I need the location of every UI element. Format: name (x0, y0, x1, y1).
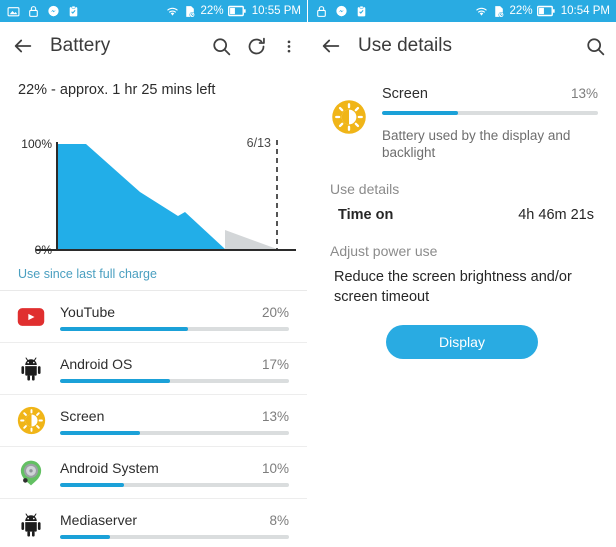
usage-bar-fill (60, 535, 111, 539)
use-details-app-bar: Use details (308, 22, 616, 70)
back-arrow-icon[interactable] (12, 35, 34, 57)
adjust-power-use-advice: Reduce the screen brightness and/or scre… (334, 269, 572, 305)
back-arrow-icon[interactable] (320, 35, 342, 57)
messenger-icon (48, 5, 59, 17)
list-item-body: YouTube 20% (60, 302, 289, 331)
usage-bar-track (60, 379, 289, 383)
usage-bar-track (60, 483, 289, 487)
status-bar-system-icons: 22% 10:55 PM (166, 5, 301, 18)
usage-bar-fill (60, 483, 125, 487)
battery-percent-status: 22% (200, 5, 224, 17)
wifi-icon (476, 7, 488, 16)
clock-status: 10:54 PM (560, 5, 610, 17)
page-title: Battery (50, 35, 111, 56)
use-details-section-title: Use details (330, 181, 400, 197)
youtube-icon (14, 300, 48, 334)
use-since-last-full-charge-link[interactable]: Use since last full charge (0, 259, 307, 290)
android-icon (14, 508, 48, 542)
time-on-row: Time on 4h 46m 21s (308, 197, 616, 223)
usage-bar-fill (60, 327, 189, 331)
android-icon (14, 352, 48, 386)
android-system-icon (14, 456, 48, 490)
use-details-screen-panel: 22% 10:54 PM Use details Screen 13% Batt… (308, 0, 616, 547)
status-bar: 22% 10:54 PM (308, 0, 616, 22)
status-bar-system-icons: 22% 10:54 PM (475, 5, 610, 18)
app-usage-list: YouTube 20% Android OS 17% Screen 13% An… (0, 290, 307, 547)
photo-icon (7, 6, 20, 16)
list-item[interactable]: Android System 10% (0, 447, 307, 499)
chart-area-used (57, 144, 225, 249)
app-name: Screen (60, 408, 105, 424)
list-item[interactable]: Screen 13% (0, 395, 307, 447)
chart-date-annotation: 6/13 (247, 136, 271, 150)
list-item[interactable]: Android OS 17% (0, 343, 307, 395)
clipboard-icon (357, 5, 366, 16)
battery-history-chart: 100% 0% 5 PM 8 PM 12 AM 6/13 (0, 104, 307, 259)
detail-usage-bar-fill (382, 111, 458, 115)
app-percent: 20% (261, 305, 289, 320)
overflow-menu-icon[interactable] (281, 36, 297, 57)
list-item[interactable]: YouTube 20% (0, 291, 307, 343)
search-icon[interactable] (211, 36, 232, 57)
app-name: YouTube (60, 304, 116, 320)
messenger-icon (336, 5, 347, 17)
usage-bar-track (60, 535, 289, 539)
detail-item-percent: 13% (570, 86, 598, 101)
app-bar-actions (211, 36, 297, 57)
chart-ytick-100: 100% (21, 137, 52, 151)
sdcard-off-icon (186, 5, 196, 17)
clipboard-icon (69, 5, 78, 16)
app-percent: 8% (269, 513, 289, 528)
list-item-body: Android System 10% (60, 458, 289, 487)
app-percent: 10% (261, 461, 289, 476)
list-item[interactable]: Mediaserver 8% (0, 499, 307, 547)
list-item-body: Android OS 17% (60, 354, 289, 383)
lock-icon (29, 5, 38, 17)
battery-chart-svg: 100% 0% 5 PM 8 PM 12 AM 6/13 (21, 136, 296, 257)
display-button-container: Display (308, 307, 616, 359)
time-on-label: Time on (338, 207, 394, 223)
battery-icon (227, 5, 246, 17)
app-name: Mediaserver (60, 512, 138, 528)
list-item-body: Mediaserver 8% (60, 510, 289, 539)
page-title: Use details (358, 35, 452, 56)
usage-bar-track (60, 431, 289, 435)
battery-app-bar: Battery (0, 22, 307, 70)
detail-usage-bar-track (382, 111, 598, 115)
search-icon[interactable] (585, 36, 606, 57)
app-name: Android System (60, 460, 159, 476)
brightness-icon (330, 98, 368, 136)
battery-icon (536, 5, 555, 17)
status-bar: 22% 10:55 PM (0, 0, 307, 22)
time-on-value: 4h 46m 21s (518, 207, 594, 223)
app-percent: 13% (261, 409, 289, 424)
detail-description: Battery used by the display and backligh… (382, 128, 571, 160)
clock-status: 10:55 PM (251, 5, 301, 17)
battery-screen-panel: 22% 10:55 PM Battery 22% - approx. 1 hr … (0, 0, 308, 547)
battery-summary-text: 22% - approx. 1 hr 25 mins left (18, 82, 216, 98)
sdcard-off-icon (495, 5, 505, 17)
brightness-icon (14, 404, 48, 438)
usage-bar-fill (60, 431, 141, 435)
refresh-icon[interactable] (246, 36, 267, 57)
usage-bar-fill (60, 379, 170, 383)
list-item-body: Screen 13% (60, 406, 289, 435)
detail-item-name: Screen (382, 86, 428, 102)
wifi-icon (167, 7, 179, 16)
app-bar-actions (585, 36, 606, 57)
battery-percent-status: 22% (509, 5, 533, 17)
display-button[interactable]: Display (386, 325, 538, 359)
lock-icon (317, 5, 326, 17)
status-bar-notification-icons (7, 5, 80, 18)
chart-ytick-0: 0% (35, 243, 53, 257)
detail-body: Screen 13% Battery used by the display a… (382, 86, 598, 161)
screenshot-root: 22% 10:55 PM Battery 22% - approx. 1 hr … (0, 0, 616, 547)
app-name: Android OS (60, 356, 133, 372)
detail-header: Screen 13% Battery used by the display a… (308, 70, 616, 161)
adjust-power-use-section-title: Adjust power use (330, 243, 438, 259)
chart-area-projection (225, 230, 277, 249)
app-percent: 17% (261, 357, 289, 372)
status-bar-notification-icons (315, 5, 368, 18)
usage-bar-track (60, 327, 289, 331)
